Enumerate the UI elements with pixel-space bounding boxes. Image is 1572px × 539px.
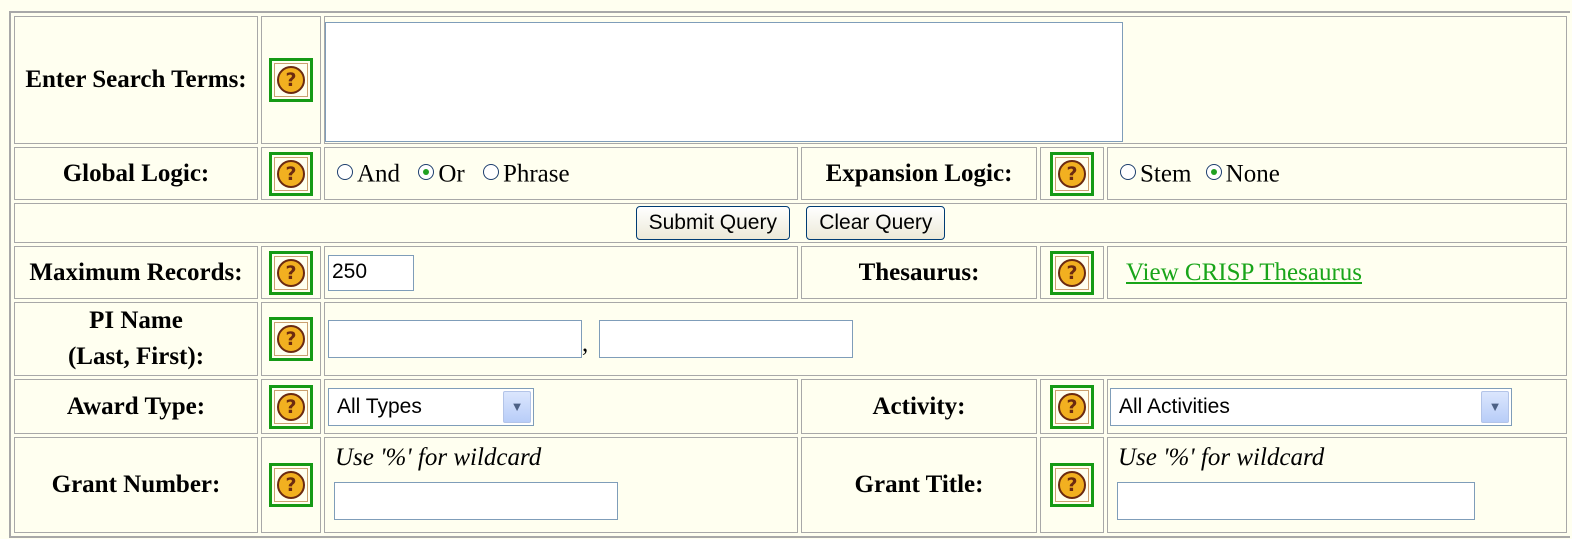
help-question-icon[interactable]: ? <box>269 58 313 102</box>
radio-phrase[interactable] <box>482 164 499 181</box>
activity-select[interactable]: All Activities ▼ <box>1110 387 1512 426</box>
help-question-icon[interactable]: ? <box>269 384 313 429</box>
pi-last-name-input[interactable] <box>328 320 582 358</box>
expansion-logic-label: Expansion Logic: <box>801 147 1037 200</box>
grant-title-label: Grant Title: <box>801 437 1037 533</box>
chevron-down-icon[interactable]: ▼ <box>1481 390 1509 423</box>
award-type-value: All Types <box>337 394 422 418</box>
help-question-icon[interactable]: ? <box>1050 250 1094 295</box>
search-terms-label: Enter Search Terms: <box>14 16 258 144</box>
submit-query-button[interactable]: Submit Query <box>635 206 790 240</box>
pi-name-separator: , <box>582 330 589 357</box>
global-logic-label: Global Logic: <box>14 147 258 200</box>
radio-stem-label: Stem <box>1140 160 1192 188</box>
help-question-icon[interactable]: ? <box>269 151 313 196</box>
max-records-label: Maximum Records: <box>14 246 258 299</box>
help-question-icon[interactable]: ? <box>1050 151 1094 196</box>
radio-and-label: And <box>357 160 401 188</box>
pi-name-label: PI Name (Last, First): <box>14 302 258 376</box>
radio-or-label: Or <box>438 160 465 188</box>
grant-number-input[interactable] <box>334 482 618 520</box>
help-question-icon[interactable]: ? <box>269 317 313 361</box>
help-question-icon[interactable]: ? <box>1050 463 1094 507</box>
help-question-icon[interactable]: ? <box>1050 384 1094 429</box>
grant-number-label: Grant Number: <box>14 437 258 533</box>
view-thesaurus-link[interactable]: View CRISP Thesaurus <box>1126 259 1362 286</box>
grant-title-input[interactable] <box>1117 482 1475 520</box>
radio-phrase-label: Phrase <box>502 160 570 188</box>
activity-value: All Activities <box>1119 394 1230 418</box>
max-records-input[interactable]: 250 <box>328 254 414 291</box>
award-type-label: Award Type: <box>14 379 258 434</box>
help-question-icon[interactable]: ? <box>269 250 313 295</box>
radio-stem[interactable] <box>1120 164 1136 181</box>
thesaurus-label: Thesaurus: <box>801 246 1037 299</box>
pi-first-name-input[interactable] <box>598 320 853 358</box>
radio-or[interactable] <box>418 164 435 181</box>
global-logic-options: And Or Phrase <box>324 147 798 200</box>
activity-label: Activity: <box>801 379 1037 434</box>
award-type-select[interactable]: All Types ▼ <box>328 387 534 426</box>
expansion-logic-options: Stem None <box>1107 147 1567 200</box>
chevron-down-icon[interactable]: ▼ <box>503 390 531 423</box>
search-terms-input[interactable] <box>325 22 1123 142</box>
pi-name-label-line2: (Last, First): <box>67 343 205 370</box>
radio-none[interactable] <box>1205 164 1222 181</box>
search-form-table: Enter Search Terms: ? Global Logic: ? An… <box>9 11 1570 538</box>
query-buttons-row: Submit Query Clear Query <box>14 203 1567 243</box>
pi-name-label-line1: PI Name <box>89 307 183 334</box>
radio-and[interactable] <box>337 164 353 181</box>
grant-number-hint: Use '%' for wildcard <box>335 444 542 471</box>
radio-none-label: None <box>1225 160 1280 188</box>
clear-query-button[interactable]: Clear Query <box>806 206 946 240</box>
help-question-icon[interactable]: ? <box>269 463 313 507</box>
grant-title-hint: Use '%' for wildcard <box>1118 444 1325 471</box>
